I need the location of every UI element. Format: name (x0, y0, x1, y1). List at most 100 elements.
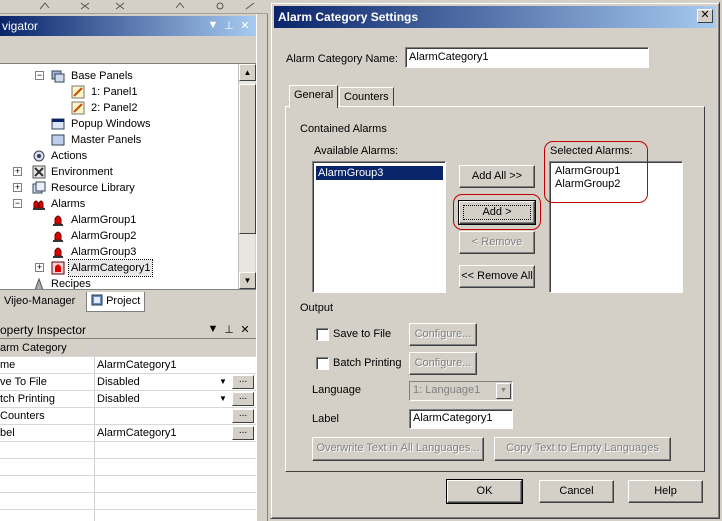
pin-icon[interactable]: ⊥ (222, 323, 236, 336)
toolbar-icon[interactable] (115, 2, 125, 10)
ellipsis-button[interactable]: ... (232, 375, 254, 389)
scroll-thumb[interactable] (239, 84, 256, 234)
property-row-counters[interactable]: Counters ... (0, 408, 256, 425)
copy-text-button[interactable]: Copy Text to Empty Languages (494, 437, 671, 461)
ellipsis-button[interactable]: ... (232, 426, 254, 440)
highlight-selected-alarms (544, 141, 648, 203)
save-to-file-label: Save to File (333, 328, 392, 340)
close-icon[interactable]: ✕ (238, 323, 252, 336)
property-column-divider[interactable] (94, 340, 95, 521)
toolbar-icon[interactable] (215, 2, 225, 10)
tree-item-popup-windows[interactable]: Popup Windows (0, 116, 238, 132)
dialog-title-bar[interactable]: Alarm Category Settings ✕ (274, 6, 716, 28)
tab-project[interactable]: Project (86, 292, 146, 312)
library-icon (32, 181, 46, 194)
ellipsis-button[interactable]: ... (232, 392, 254, 406)
tree-item-environment[interactable]: + Environment (0, 164, 238, 180)
chevron-down-icon[interactable]: ▼ (206, 323, 220, 335)
list-item[interactable]: AlarmGroup3 (316, 166, 443, 180)
toolbar-icon[interactable] (245, 2, 255, 10)
language-label: Language (312, 384, 361, 396)
navigator-title: vigator (2, 19, 39, 33)
alarm-bell-icon (53, 247, 63, 258)
tree-item-base-panels[interactable]: − Base Panels (0, 68, 238, 84)
tree-item-alarms[interactable]: − Alarms (0, 196, 238, 212)
collapse-icon[interactable]: − (35, 71, 44, 80)
save-to-file-checkbox[interactable] (316, 328, 329, 341)
tree-item-panel2[interactable]: 2: Panel2 (0, 100, 238, 116)
actions-icon (33, 150, 45, 162)
expand-icon[interactable]: + (35, 263, 44, 272)
tree-item-alarmcategory1[interactable]: + AlarmCategory1 (0, 259, 238, 277)
recipes-icon (34, 277, 44, 289)
panel-edit-icon (71, 101, 85, 115)
popup-window-icon (51, 118, 65, 130)
ellipsis-button[interactable]: ... (232, 409, 254, 423)
dropdown-arrow-icon[interactable]: ▼ (216, 392, 230, 406)
tree-item-recipes[interactable]: Recipes (0, 276, 238, 289)
property-row-save-to-file[interactable]: ve To File Disabled ▼ ... (0, 374, 256, 391)
label-field[interactable]: AlarmCategory1 (409, 409, 513, 429)
chevron-down-icon[interactable]: ▼ (496, 383, 511, 399)
property-inspector-title: operty Inspector (0, 323, 87, 337)
property-row-name[interactable]: me AlarmCategory1 (0, 357, 256, 374)
navigator-toolbar (0, 36, 256, 64)
navigator-scrollbar[interactable]: ▲ ▼ (238, 64, 256, 289)
tab-general[interactable]: General (289, 85, 339, 108)
alarm-bell-icon (53, 231, 63, 242)
tab-counters[interactable]: Counters (339, 87, 394, 108)
close-icon[interactable]: ✕ (238, 19, 252, 32)
tree-item-panel1[interactable]: 1: Panel1 (0, 84, 238, 100)
tree-item-alarmgroup1[interactable]: AlarmGroup1 (0, 212, 238, 228)
tab-vijeo-manager[interactable]: Vijeo-Manager (0, 292, 79, 312)
pin-icon[interactable]: ⊥ (222, 19, 236, 32)
toolbar-icon[interactable] (40, 2, 50, 10)
overwrite-text-button[interactable]: Overwrite Text in All Languages... (312, 437, 484, 461)
configure-save-button[interactable]: Configure... (409, 323, 477, 346)
navigator-tree[interactable]: − Base Panels 1: Panel1 2: Panel2 Popup … (0, 64, 238, 289)
language-select[interactable]: 1: Language1 ▼ (409, 381, 513, 401)
close-icon[interactable]: ✕ (697, 9, 713, 23)
tree-item-resource-library[interactable]: + Resource Library (0, 180, 238, 196)
expand-icon[interactable]: + (13, 167, 22, 176)
expand-icon[interactable]: + (13, 183, 22, 192)
navigator-title-bar: vigator ▼ ⊥ ✕ (0, 16, 256, 36)
ok-button[interactable]: OK (446, 479, 523, 504)
available-alarms-list[interactable]: AlarmGroup3 (312, 161, 446, 293)
tree-item-alarmgroup2[interactable]: AlarmGroup2 (0, 228, 238, 244)
cancel-button[interactable]: Cancel (539, 480, 614, 503)
tree-item-master-panels[interactable]: Master Panels (0, 132, 238, 148)
panel-splitter[interactable] (256, 14, 268, 521)
label-label: Label (312, 413, 339, 425)
help-button[interactable]: Help (628, 480, 703, 503)
contained-alarms-label: Contained Alarms (300, 123, 387, 135)
property-row-empty (0, 493, 256, 510)
property-row-label[interactable]: bel AlarmCategory1 ... (0, 425, 256, 442)
property-row-empty (0, 459, 256, 476)
configure-batch-button[interactable]: Configure... (409, 352, 477, 375)
master-panel-icon (51, 134, 65, 146)
collapse-icon[interactable]: − (13, 199, 22, 208)
property-inspector-title-bar: operty Inspector ▼ ⊥ ✕ (0, 320, 256, 339)
dropdown-arrow-icon[interactable]: ▼ (216, 375, 230, 389)
alarm-bell-icon (53, 215, 63, 226)
general-tab-panel: Contained Alarms Available Alarms: Alarm… (285, 106, 705, 472)
remove-button[interactable]: < Remove (459, 231, 535, 254)
scroll-down-icon[interactable]: ▼ (239, 272, 256, 289)
add-all-button[interactable]: Add All >> (459, 165, 535, 188)
remove-all-button[interactable]: << Remove All (459, 265, 535, 288)
tree-item-alarmgroup3[interactable]: AlarmGroup3 (0, 244, 238, 260)
scroll-up-icon[interactable]: ▲ (239, 64, 256, 81)
category-name-field[interactable]: AlarmCategory1 (405, 47, 649, 68)
toolbar-icon[interactable] (80, 2, 90, 10)
selected-node-label: AlarmCategory1 (67, 259, 154, 277)
batch-printing-checkbox[interactable] (316, 357, 329, 370)
chevron-down-icon[interactable]: ▼ (206, 19, 220, 31)
tree-item-actions[interactable]: Actions (0, 148, 238, 164)
panel-edit-icon (71, 85, 85, 99)
toolbar-icon[interactable] (175, 2, 185, 10)
alarms-icon (33, 200, 45, 210)
property-row-empty (0, 476, 256, 493)
property-row-batch-printing[interactable]: tch Printing Disabled ▼ ... (0, 391, 256, 408)
alarm-category-dialog: Alarm Category Settings ✕ Alarm Category… (270, 2, 720, 519)
